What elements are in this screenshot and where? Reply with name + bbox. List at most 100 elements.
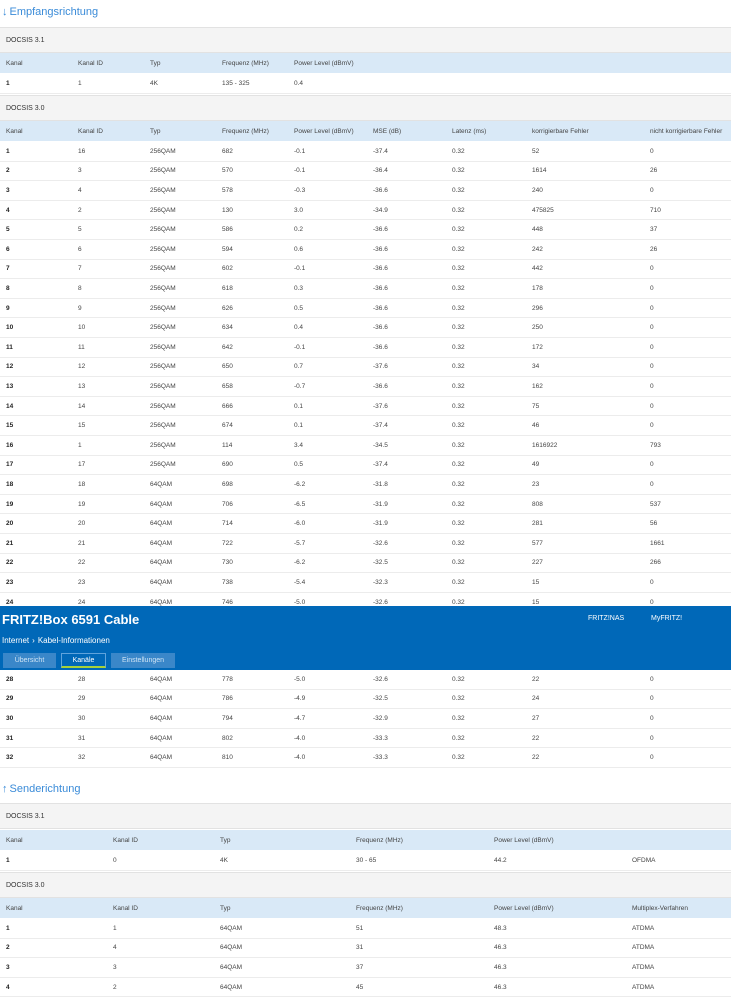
tab-1[interactable]: Kanäle — [61, 653, 106, 668]
brand-title[interactable]: FRITZ!Box 6591 Cable — [2, 612, 139, 627]
table-cell: 0 — [650, 284, 654, 292]
column-header: Typ — [150, 127, 161, 135]
table-cell: 0.32 — [452, 500, 465, 508]
tab-0[interactable]: Übersicht — [3, 653, 56, 668]
table-cell: -4.7 — [294, 714, 306, 722]
table-cell: 0.4 — [294, 79, 304, 87]
table-cell: -31.8 — [373, 480, 388, 488]
tab-2[interactable]: Einstellungen — [111, 653, 175, 668]
table-cell: 64QAM — [150, 539, 173, 547]
table-cell: 0.3 — [294, 284, 304, 292]
table-cell: 4K — [220, 856, 228, 864]
table-cell: 602 — [222, 265, 233, 273]
table-cell: 32 — [78, 754, 86, 762]
table-cell: 64QAM — [150, 578, 173, 586]
table-row: 7 7 256QAM 602 -0.1 -36.6 0.32 442 0 — [0, 259, 731, 280]
table-cell: -4.0 — [294, 754, 306, 762]
fritz-nas-link[interactable]: FRITZ!NAS — [588, 615, 624, 622]
table-cell: 0.32 — [452, 559, 465, 567]
table-cell: -0.1 — [294, 265, 306, 273]
table-row: 22 22 64QAM 730 -6.2 -32.5 0.32 227 266 — [0, 553, 731, 574]
table-cell: 3.4 — [294, 441, 304, 449]
section-title-text: Empfangsrichtung — [9, 6, 99, 18]
table-cell: 22 — [6, 559, 14, 567]
table-cell: 9 — [78, 304, 82, 312]
table-cell: 786 — [222, 695, 233, 703]
table-row: 6 6 256QAM 594 0.6 -36.6 0.32 242 26 — [0, 240, 731, 260]
table-header-row: Kanal Kanal ID Typ Frequenz (MHz) Power Leve… — [0, 53, 731, 73]
table-cell: ATDMA — [632, 983, 655, 991]
table-cell: 172 — [532, 343, 543, 351]
table-cell: 20 — [78, 520, 86, 528]
table-cell: 130 — [222, 206, 233, 214]
table-cell: 537 — [650, 500, 661, 508]
table-cell: 808 — [532, 500, 543, 508]
table-cell: 570 — [222, 167, 233, 175]
table-cell: 0 — [650, 714, 654, 722]
table-row: 17 17 256QAM 690 0.5 -37.4 0.32 49 0 — [0, 455, 731, 476]
column-header: Kanal — [6, 904, 23, 912]
table-cell: 256QAM — [150, 245, 176, 253]
table-cell: -37.4 — [373, 147, 388, 155]
table-row: 1 16 256QAM 682 -0.1 -37.4 0.32 52 0 — [0, 142, 731, 162]
table-cell: 0.32 — [452, 754, 465, 762]
table-cell: 178 — [532, 284, 543, 292]
column-header: MSE (dB) — [373, 127, 402, 135]
table-row: 18 18 64QAM 698 -6.2 -31.8 0.32 23 0 — [0, 475, 731, 495]
arrow-icon: ↑ — [2, 783, 8, 795]
table-cell: 0 — [650, 578, 654, 586]
table-row: 4 2 64QAM 45 46.3 ATDMA — [0, 977, 731, 998]
myfritz-link[interactable]: MyFRITZ! — [651, 615, 682, 622]
table-cell: 0 — [650, 382, 654, 390]
column-header: Kanal — [6, 836, 23, 844]
table-cell: 0 — [650, 675, 654, 683]
table-cell: 0.32 — [452, 226, 465, 234]
table-cell: 578 — [222, 186, 233, 194]
table-cell: 162 — [532, 382, 543, 390]
table-cell: 0.32 — [452, 147, 465, 155]
table-cell: 0 — [650, 734, 654, 742]
table-cell: 5 — [6, 226, 10, 234]
table-cell: 586 — [222, 226, 233, 234]
column-header: Kanal ID — [113, 904, 138, 912]
table-cell: 46 — [532, 422, 540, 430]
table-cell: -31.9 — [373, 520, 388, 528]
table-cell: 281 — [532, 520, 543, 528]
table-cell: 0 — [650, 422, 654, 430]
table-cell: 794 — [222, 714, 233, 722]
arrow-icon: ↓ — [2, 6, 8, 18]
table-cell: 28 — [6, 675, 14, 683]
table-cell: -5.4 — [294, 578, 306, 586]
table-cell: 730 — [222, 559, 233, 567]
table-cell: 64QAM — [220, 963, 243, 971]
table-cell: 15 — [6, 422, 14, 430]
table-cell: -34.9 — [373, 206, 388, 214]
table-cell: 1616922 — [532, 441, 558, 449]
table-row: 30 30 64QAM 794 -4.7 -32.9 0.32 27 0 — [0, 709, 731, 729]
table-cell: 14 — [6, 402, 14, 410]
breadcrumb-internet[interactable]: Internet — [2, 636, 29, 645]
table-cell: 738 — [222, 578, 233, 586]
table-cell: -37.4 — [373, 422, 388, 430]
table-cell: 75 — [532, 402, 540, 410]
table-cell: 0.32 — [452, 245, 465, 253]
table-cell: 3 — [6, 963, 10, 971]
table-cell: 24 — [532, 695, 540, 703]
table-cell: 256QAM — [150, 167, 176, 175]
table-row: 11 11 256QAM 642 -0.1 -36.6 0.32 172 0 — [0, 338, 731, 358]
column-header: Frequenz (MHz) — [356, 904, 403, 912]
table-cell: -36.6 — [373, 245, 388, 253]
table-cell: -34.5 — [373, 441, 388, 449]
table-cell: 256QAM — [150, 304, 176, 312]
table-cell: 26 — [650, 245, 658, 253]
table-row: 31 31 64QAM 802 -4.0 -33.3 0.32 22 0 — [0, 728, 731, 749]
table-cell: 618 — [222, 284, 233, 292]
table-cell: 16 — [78, 147, 86, 155]
table-cell: 15 — [532, 578, 540, 586]
table-cell: 64QAM — [220, 944, 243, 952]
table-row: 13 13 256QAM 658 -0.7 -36.6 0.32 162 0 — [0, 377, 731, 397]
table-cell: 810 — [222, 754, 233, 762]
table-cell: 0 — [650, 147, 654, 155]
table-cell: 0.32 — [452, 167, 465, 175]
table-cell: 256QAM — [150, 147, 176, 155]
